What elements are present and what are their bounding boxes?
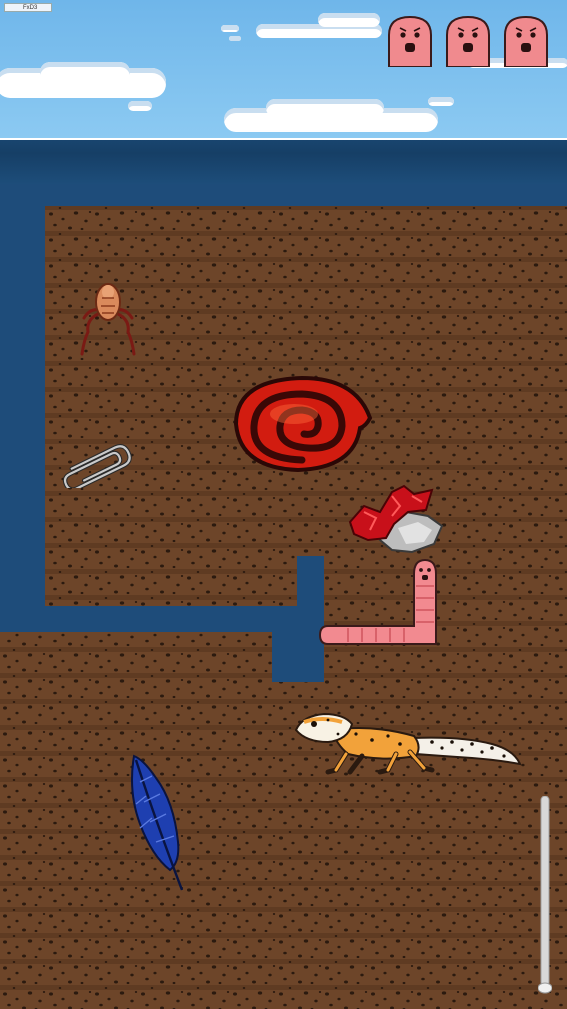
- depth-meter-knob[interactable]: [538, 982, 552, 994]
- cloud: [221, 25, 239, 32]
- cloud: [128, 101, 152, 111]
- cloud: [318, 13, 380, 27]
- cloud: [428, 97, 454, 106]
- cloud: [266, 99, 384, 117]
- flea-icon[interactable]: [78, 280, 138, 364]
- crystal-rock-icon[interactable]: [346, 482, 446, 556]
- pink-worm-face-icon: [388, 15, 432, 67]
- fps-counter: FxD3: [4, 3, 52, 12]
- feather-icon[interactable]: [126, 752, 190, 894]
- gecko-icon[interactable]: [292, 710, 524, 778]
- cloud: [229, 36, 241, 41]
- water-surface: [0, 140, 567, 186]
- snail-shell-icon[interactable]: [232, 374, 374, 474]
- pink-worm-icon[interactable]: [318, 556, 452, 660]
- cloud: [40, 62, 130, 82]
- paperclip-icon[interactable]: [56, 440, 134, 488]
- pink-worm-face-icon: [504, 15, 548, 67]
- depth-meter[interactable]: [538, 796, 552, 996]
- pink-worm-face-icon: [446, 15, 490, 67]
- lives-display: [385, 15, 551, 67]
